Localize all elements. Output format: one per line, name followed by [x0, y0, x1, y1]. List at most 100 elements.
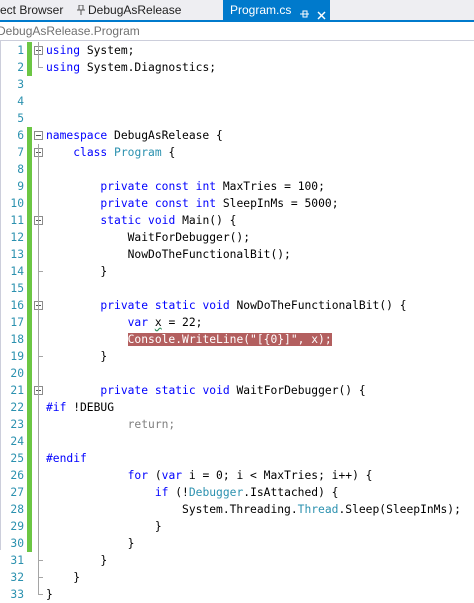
- code-line[interactable]: 1 using System;: [0, 42, 474, 59]
- code-line[interactable]: 17 var x = 22;: [0, 314, 474, 331]
- change-indicator: [27, 314, 32, 331]
- code-line[interactable]: 6 namespace DebugAsRelease {: [0, 127, 474, 144]
- code-line[interactable]: 2 using System.Diagnostics;: [0, 59, 474, 76]
- line-number: 25: [10, 452, 24, 465]
- code-text: var x = 22;: [46, 314, 203, 331]
- code-token: = 22;: [161, 316, 203, 329]
- code-line[interactable]: 24: [0, 433, 474, 450]
- code-token: x: [154, 316, 162, 329]
- line-number: 3: [17, 78, 24, 91]
- line-number: 2: [17, 61, 24, 74]
- close-icon[interactable]: [317, 6, 326, 20]
- code-token: var: [127, 316, 149, 329]
- code-line[interactable]: 5: [0, 110, 474, 127]
- code-token: void: [148, 214, 176, 227]
- pin-active-icon[interactable]: [299, 6, 310, 20]
- code-token: Debugger: [188, 486, 244, 499]
- pin-icon[interactable]: [77, 5, 85, 15]
- code-token: using: [46, 44, 81, 57]
- change-indicator: [27, 382, 32, 399]
- line-number: 30: [10, 537, 24, 550]
- code-token: Thread: [297, 503, 339, 516]
- change-indicator: [27, 246, 32, 263]
- code-line[interactable]: 25 #endif: [0, 450, 474, 467]
- type-dropdown[interactable]: DebugAsRelease.Program: [0, 22, 140, 40]
- code-token: SleepInMs = 5000;: [216, 197, 339, 210]
- line-number: 29: [10, 520, 24, 533]
- code-line[interactable]: 7 class Program {: [0, 144, 474, 161]
- code-line[interactable]: 22 #if !DEBUG: [0, 399, 474, 416]
- code-line[interactable]: 11 static void Main() {: [0, 212, 474, 229]
- code-line[interactable]: 28 System.Threading.Thread.Sleep(SleepIn…: [0, 501, 474, 518]
- code-token: #if: [46, 401, 67, 414]
- code-editor[interactable]: 1 using System; 2 using System.Diagnostics;…: [0, 42, 474, 601]
- code-line[interactable]: 33}: [0, 586, 474, 603]
- code-line[interactable]: 31 }: [0, 552, 474, 569]
- line-number: 14: [10, 265, 24, 278]
- code-line[interactable]: 16 private static void NowDoTheFunctiona…: [0, 297, 474, 314]
- change-indicator: [27, 450, 32, 467]
- change-indicator: [27, 229, 32, 246]
- collapse-toggle-icon[interactable]: [34, 131, 43, 140]
- code-token: static: [154, 299, 196, 312]
- fold-guide: [38, 399, 39, 560]
- code-token: !DEBUG: [66, 401, 115, 414]
- code-text: private const int MaxTries = 100;: [46, 178, 325, 195]
- code-line[interactable]: 29 }: [0, 518, 474, 535]
- code-line[interactable]: 26 for (var i = 0; i < MaxTries; i++) {: [0, 467, 474, 484]
- code-text: static void Main() {: [46, 212, 236, 229]
- code-line[interactable]: 10 private const int SleepInMs = 5000;: [0, 195, 474, 212]
- navigation-bar[interactable]: DebugAsRelease.Program: [0, 22, 474, 41]
- line-number: 10: [10, 197, 24, 210]
- code-line[interactable]: 18 Console.WriteLine("[{0}]", x);: [0, 331, 474, 348]
- code-line[interactable]: 13 NowDoTheFunctionalBit();: [0, 246, 474, 263]
- code-token: WaitForDebugger();: [46, 231, 251, 244]
- code-line[interactable]: 9 private const int MaxTries = 100;: [0, 178, 474, 195]
- code-token: namespace: [46, 129, 108, 142]
- code-line[interactable]: 23 return;: [0, 416, 474, 433]
- code-line[interactable]: 27 if (!Debugger.IsAttached) {: [0, 484, 474, 501]
- tab-program-cs[interactable]: Program.cs: [223, 0, 330, 20]
- code-text: class Program {: [46, 144, 175, 161]
- line-number: 17: [10, 316, 24, 329]
- code-token: System.Diagnostics;: [80, 61, 217, 74]
- tab-debugasrelease[interactable]: DebugAsRelease: [86, 0, 212, 20]
- line-number: 12: [10, 231, 24, 244]
- code-line[interactable]: 15: [0, 280, 474, 297]
- code-text: return;: [46, 416, 176, 433]
- code-line[interactable]: 32 }: [0, 569, 474, 586]
- code-line[interactable]: 14 }: [0, 263, 474, 280]
- change-indicator: [27, 433, 32, 450]
- code-token: for: [127, 469, 149, 482]
- code-line[interactable]: 21 private static void WaitForDebugger()…: [0, 382, 474, 399]
- code-line[interactable]: 12 WaitForDebugger();: [0, 229, 474, 246]
- tab-object-browser[interactable]: ect Browser: [0, 0, 72, 20]
- line-number: 26: [10, 469, 24, 482]
- code-text: if (!Debugger.IsAttached) {: [46, 484, 339, 501]
- line-number: 24: [10, 435, 24, 448]
- code-token: .IsAttached) {: [243, 486, 339, 499]
- code-line[interactable]: 30 }: [0, 535, 474, 552]
- code-line[interactable]: 4: [0, 93, 474, 110]
- line-number: 20: [10, 367, 24, 380]
- fold-guide: [38, 229, 39, 271]
- code-line[interactable]: 19 }: [0, 348, 474, 365]
- code-token: }: [46, 537, 135, 550]
- code-line[interactable]: 3: [0, 76, 474, 93]
- code-text: private const int SleepInMs = 5000;: [46, 195, 339, 212]
- code-line[interactable]: 8: [0, 161, 474, 178]
- code-line[interactable]: 20: [0, 365, 474, 382]
- code-token: NowDoTheFunctionalBit();: [46, 248, 291, 261]
- code-token: MaxTries = 100;: [216, 180, 325, 193]
- fold-guide-end: [38, 67, 43, 68]
- line-number: 15: [10, 282, 24, 295]
